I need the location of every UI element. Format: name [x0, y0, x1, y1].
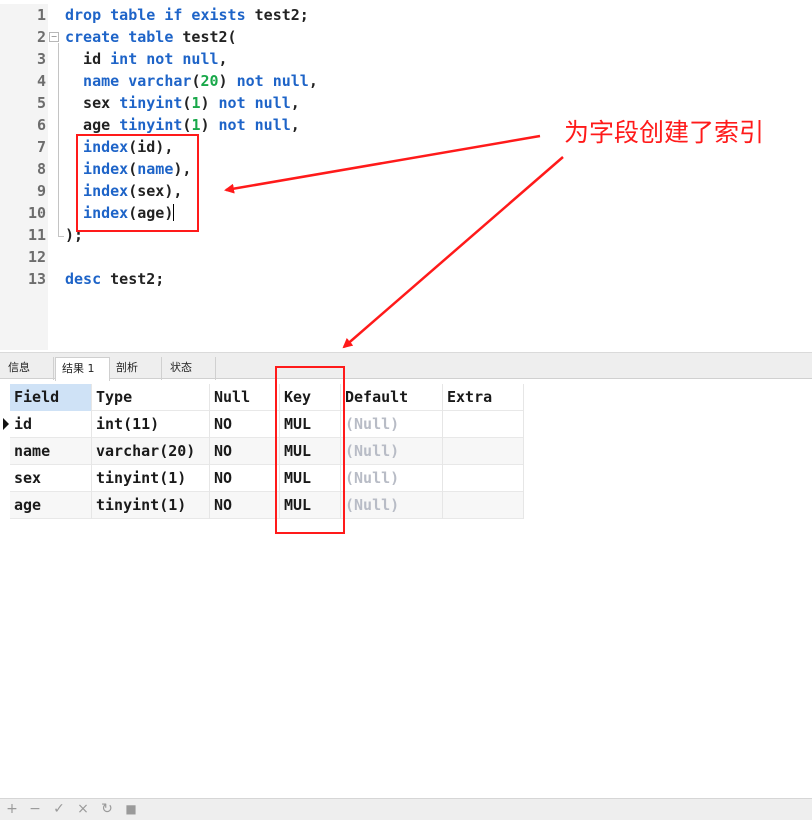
key-column-highlight-box: [275, 366, 345, 534]
text-token: ): [200, 94, 219, 112]
grid-header-row: Field Type Null Key Default Extra: [10, 384, 524, 411]
keyword-token: not null: [236, 72, 309, 90]
fold-guide: [58, 43, 59, 237]
column-header-default[interactable]: Default: [341, 384, 443, 411]
keyword-token: name varchar: [65, 72, 192, 90]
line-number: 1: [36, 6, 46, 24]
text-token: test2;: [254, 6, 309, 24]
cell-default[interactable]: (Null): [341, 465, 443, 492]
cell-null[interactable]: NO: [210, 411, 280, 438]
code-line[interactable]: sex tinyint(1) not null,: [65, 92, 300, 114]
column-header-extra[interactable]: Extra: [443, 384, 524, 411]
current-row-indicator-icon: [3, 418, 9, 430]
keyword-token: tinyint: [119, 116, 183, 134]
code-line[interactable]: name varchar(20) not null,: [65, 70, 318, 92]
line-number: 6: [36, 116, 46, 134]
text-token: sex: [65, 94, 120, 112]
fold-toggle-icon[interactable]: −: [49, 32, 59, 42]
index-highlight-box: [76, 134, 199, 232]
delete-row-icon[interactable]: −: [27, 801, 43, 817]
fold-guide-end: [58, 236, 64, 237]
cell-null[interactable]: NO: [210, 492, 280, 519]
keyword-token: int not null: [110, 50, 219, 68]
discard-changes-icon[interactable]: ×: [75, 801, 91, 817]
keyword-token: drop table if exists: [65, 6, 255, 24]
cell-field[interactable]: age: [10, 492, 92, 519]
keyword-token: not null: [218, 116, 291, 134]
cell-field[interactable]: name: [10, 438, 92, 465]
text-token: ,: [290, 116, 300, 134]
cell-null[interactable]: NO: [210, 438, 280, 465]
cell-null[interactable]: NO: [210, 465, 280, 492]
number-token: 20: [200, 72, 219, 90]
cell-extra[interactable]: [443, 492, 524, 519]
refresh-icon[interactable]: ↻: [99, 801, 115, 817]
result-tabbar: 信息 结果 1 剖析 状态: [0, 352, 812, 381]
tab-label: 结果 1: [62, 362, 95, 375]
line-number: 2: [36, 28, 46, 46]
code-line[interactable]: id int not null,: [65, 48, 228, 70]
text-token: ,: [218, 50, 228, 68]
line-number: 7: [36, 138, 46, 156]
cell-extra[interactable]: [443, 411, 524, 438]
keyword-token: create table: [65, 28, 183, 46]
apply-changes-icon[interactable]: ✓: [51, 801, 67, 817]
cell-default[interactable]: (Null): [341, 438, 443, 465]
tab-profile[interactable]: 剖析: [110, 357, 162, 380]
table-row[interactable]: name varchar(20) NO MUL (Null): [10, 438, 524, 465]
cell-default[interactable]: (Null): [341, 411, 443, 438]
line-number: 13: [27, 270, 46, 288]
cell-extra[interactable]: [443, 465, 524, 492]
cell-type[interactable]: int(11): [92, 411, 210, 438]
keyword-token: not null: [218, 94, 291, 112]
stop-icon[interactable]: ■: [123, 801, 139, 817]
table-row[interactable]: age tinyint(1) NO MUL (Null): [10, 492, 524, 519]
add-row-icon[interactable]: +: [4, 801, 20, 817]
line-number: 9: [36, 182, 46, 200]
cell-default[interactable]: (Null): [341, 492, 443, 519]
code-line[interactable]: desc test2;: [65, 268, 164, 290]
text-token: ,: [290, 94, 300, 112]
cell-type[interactable]: tinyint(1): [92, 465, 210, 492]
cell-type[interactable]: varchar(20): [92, 438, 210, 465]
tab-status[interactable]: 状态: [164, 357, 216, 380]
text-token: age: [65, 116, 120, 134]
tab-label: 剖析: [116, 361, 138, 374]
text-token: ): [200, 116, 219, 134]
text-token: test2(: [182, 28, 237, 46]
grid-toolbar: + − ✓ × ↻ ■: [0, 798, 812, 820]
tab-label: 状态: [170, 361, 192, 374]
text-token: ): [218, 72, 237, 90]
cell-field[interactable]: id: [10, 411, 92, 438]
table-row[interactable]: sex tinyint(1) NO MUL (Null): [10, 465, 524, 492]
line-number: 11: [27, 226, 46, 244]
line-number: 8: [36, 160, 46, 178]
code-line[interactable]: create table test2(: [65, 26, 237, 48]
column-header-type[interactable]: Type: [92, 384, 210, 411]
keyword-token: desc: [65, 270, 111, 288]
column-header-field[interactable]: Field: [10, 384, 92, 411]
tab-result-1[interactable]: 结果 1: [55, 357, 110, 381]
line-number: 12: [27, 248, 46, 266]
annotation-text: 为字段创建了索引: [564, 118, 765, 147]
line-number: 10: [27, 204, 46, 222]
text-token: id: [65, 50, 111, 68]
text-token: test2;: [110, 270, 165, 288]
line-number: 4: [36, 72, 46, 90]
line-number-gutter: 1 2 3 4 5 6 7 8 9 10 11 12 13: [0, 4, 48, 350]
sql-editor[interactable]: 1 2 3 4 5 6 7 8 9 10 11 12 13 drop table if exists t…: [0, 0, 812, 352]
code-line[interactable]: age tinyint(1) not null,: [65, 114, 300, 136]
keyword-token: tinyint: [119, 94, 183, 112]
line-number: 5: [36, 94, 46, 112]
code-line[interactable]: drop table if exists test2;: [65, 4, 309, 26]
cell-field[interactable]: sex: [10, 465, 92, 492]
cell-extra[interactable]: [443, 438, 524, 465]
table-row[interactable]: id int(11) NO MUL (Null): [10, 411, 524, 438]
cell-type[interactable]: tinyint(1): [92, 492, 210, 519]
column-header-null[interactable]: Null: [210, 384, 280, 411]
line-number: 3: [36, 50, 46, 68]
text-token: ,: [308, 72, 318, 90]
tab-label: 信息: [8, 361, 30, 374]
tab-info[interactable]: 信息: [2, 357, 54, 380]
